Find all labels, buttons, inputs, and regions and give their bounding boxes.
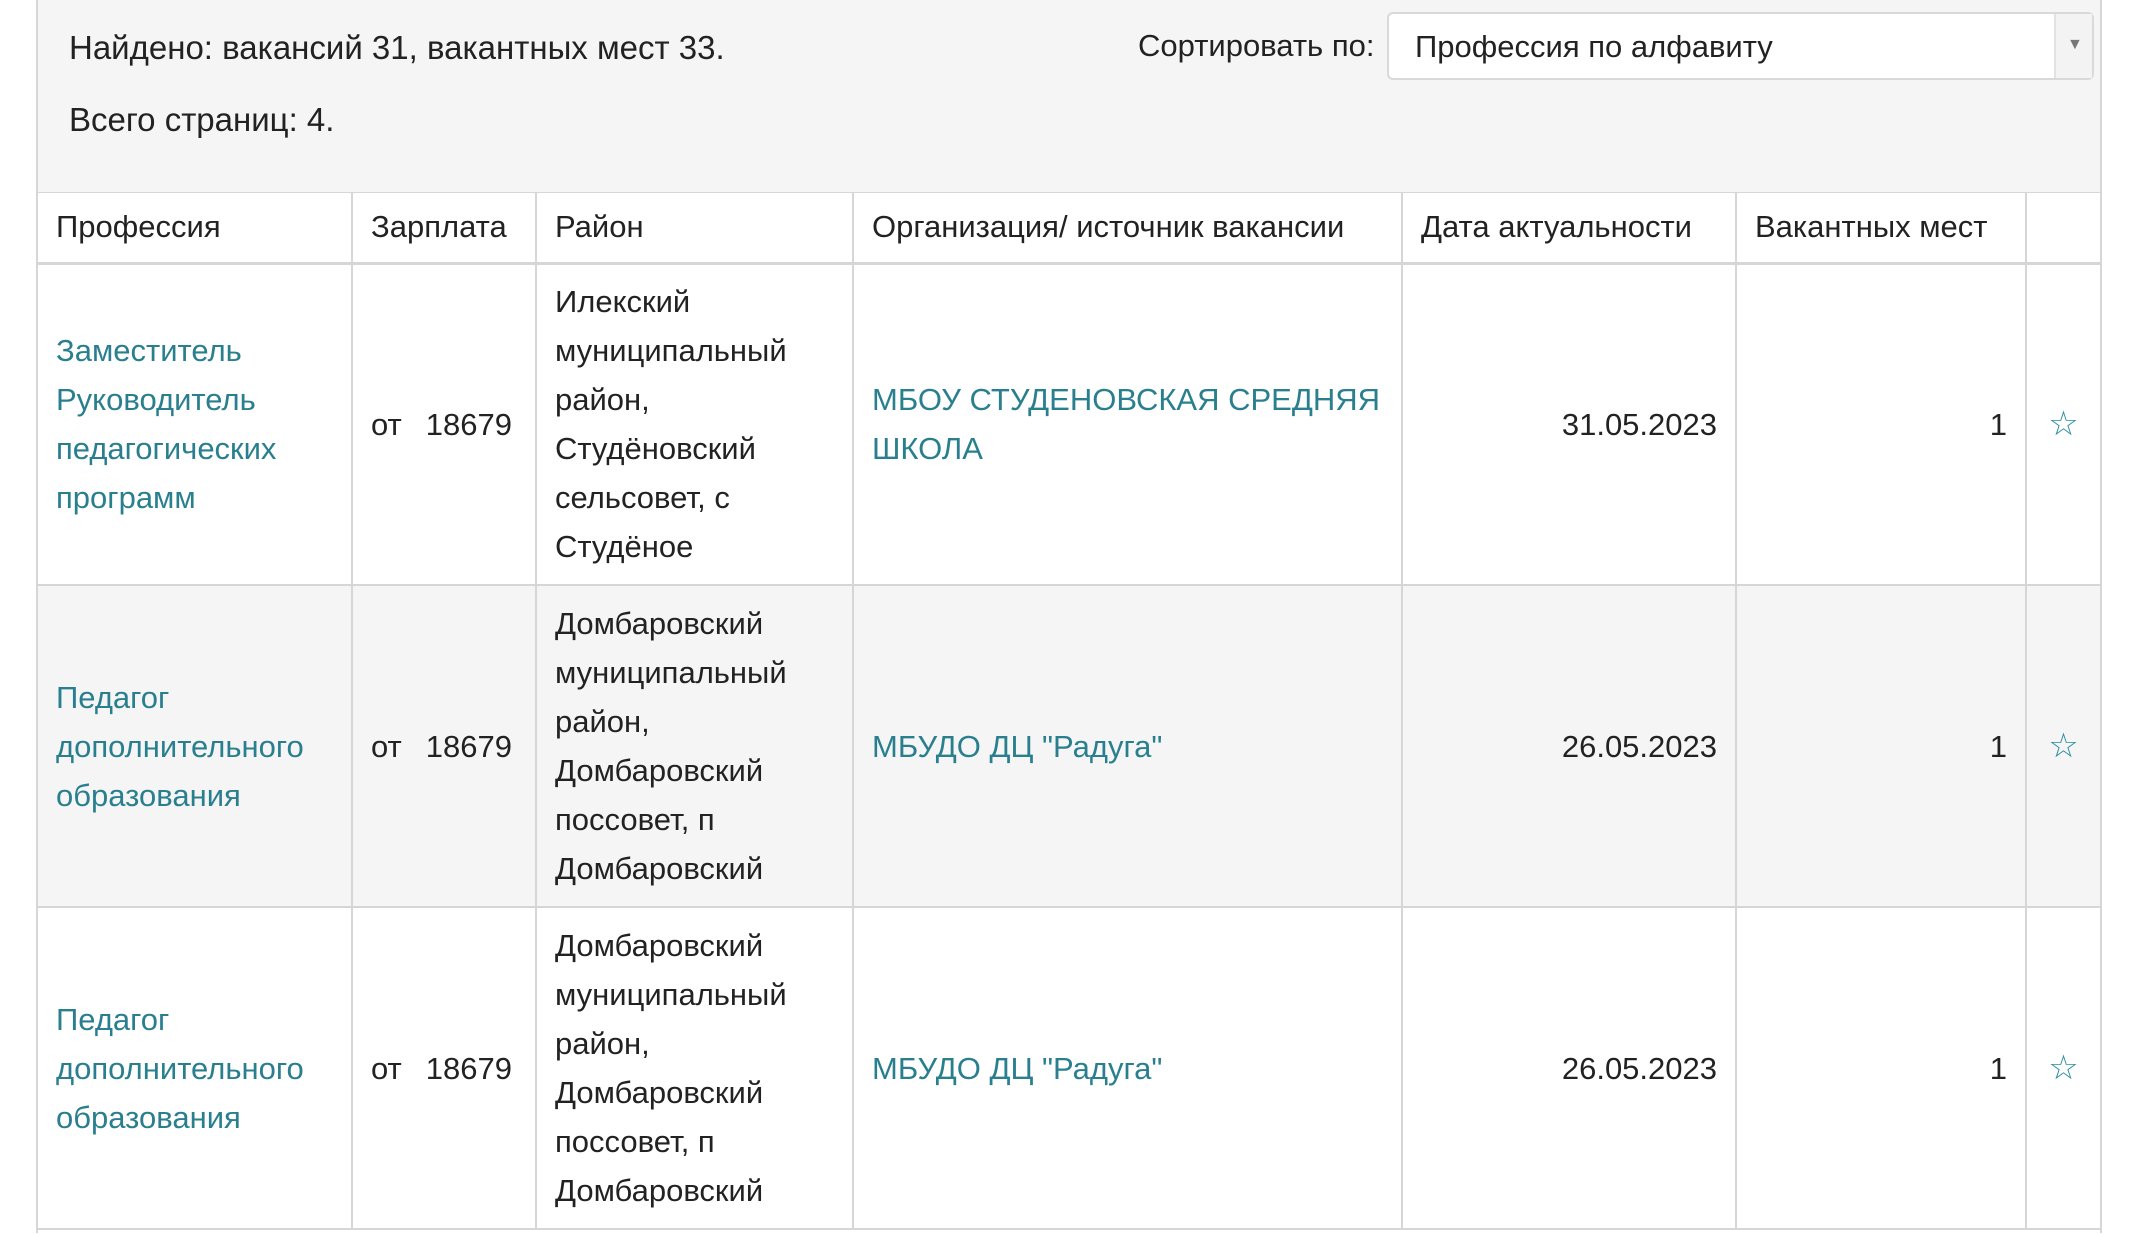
profession-link[interactable]: Педагог дополнительного образования (56, 680, 304, 813)
organization-cell: МБУДО ДЦ "Радуга" (853, 907, 1403, 1230)
column-header-vacancies[interactable]: Вакантных мест (1736, 193, 2027, 265)
column-header-district[interactable]: Район (536, 193, 854, 265)
favorite-cell: ☆ (2026, 907, 2100, 1230)
vacancies-count-cell: 1 (1736, 907, 2027, 1230)
district-cell: Домбаровский муниципальный район, Домбар… (536, 907, 854, 1230)
salary-cell: от 18679 (352, 585, 537, 908)
vacancies-count-cell: 1 (1736, 263, 2027, 586)
date-cell: 26.05.2023 (1402, 585, 1737, 908)
favorite-cell: ☆ (2026, 585, 2100, 908)
sort-dropdown-toggle[interactable]: ▼ (2054, 14, 2092, 78)
vacancy-results-panel: Найдено: вакансий 31, вакантных мест 33.… (36, 0, 2102, 1233)
salary-prefix: от (371, 1050, 402, 1086)
vacancies-table: Профессия Зарплата Район Организация/ ис… (38, 193, 2100, 1230)
date-cell: 31.05.2023 (1402, 263, 1737, 586)
district-cell: Домбаровский муниципальный район, Домбар… (536, 585, 854, 908)
column-header-favorite (2026, 193, 2100, 265)
table-row: Педагог дополнительного образования от 18… (38, 585, 2100, 908)
profession-link[interactable]: Заместитель Руководитель педагогических … (56, 333, 276, 515)
salary-value: 18679 (425, 1050, 512, 1086)
profession-cell: Заместитель Руководитель педагогических … (38, 263, 353, 586)
star-icon[interactable]: ☆ (2048, 404, 2078, 444)
profession-cell: Педагог дополнительного образования (38, 907, 353, 1230)
organization-cell: МБУДО ДЦ "Радуга" (853, 585, 1403, 908)
salary-cell: от 18679 (352, 263, 537, 586)
table-header-row: Профессия Зарплата Район Организация/ ис… (38, 193, 2100, 265)
vacancies-count-cell: 1 (1736, 585, 2027, 908)
chevron-down-icon: ▼ (2067, 36, 2083, 53)
favorite-cell: ☆ (2026, 263, 2100, 586)
star-icon[interactable]: ☆ (2048, 1048, 2078, 1088)
salary-cell: от 18679 (352, 907, 537, 1230)
salary-prefix: от (371, 728, 402, 764)
organization-link[interactable]: МБУДО ДЦ "Радуга" (872, 1051, 1162, 1086)
column-header-organization[interactable]: Организация/ источник вакансии (853, 193, 1403, 265)
column-header-profession[interactable]: Профессия (38, 193, 353, 265)
table-row: Педагог дополнительного образования от 18… (38, 907, 2100, 1230)
salary-value: 18679 (425, 406, 512, 442)
profession-link[interactable]: Педагог дополнительного образования (56, 1002, 304, 1135)
organization-cell: МБОУ СТУДЕНОВСКАЯ СРЕДНЯЯ ШКОЛА (853, 263, 1403, 586)
column-header-date[interactable]: Дата актуальности (1402, 193, 1737, 265)
found-count-text: Найдено: вакансий 31, вакантных мест 33. (69, 29, 725, 66)
sort-selected-value: Профессия по алфавиту (1415, 29, 1773, 64)
star-icon[interactable]: ☆ (2048, 726, 2078, 766)
sort-label: Сортировать по: (1138, 28, 1375, 63)
salary-prefix: от (371, 406, 402, 442)
organization-link[interactable]: МБУДО ДЦ "Радуга" (872, 729, 1162, 764)
profession-cell: Педагог дополнительного образования (38, 585, 353, 908)
salary-value: 18679 (425, 728, 512, 764)
date-cell: 26.05.2023 (1402, 907, 1737, 1230)
table-row: Заместитель Руководитель педагогических … (38, 263, 2100, 586)
sort-select[interactable]: Профессия по алфавиту ▼ (1387, 12, 2094, 80)
organization-link[interactable]: МБОУ СТУДЕНОВСКАЯ СРЕДНЯЯ ШКОЛА (872, 382, 1380, 466)
district-cell: Илекский муниципальный район, Студёновск… (536, 263, 854, 586)
column-header-salary[interactable]: Зарплата (352, 193, 537, 265)
total-pages-text: Всего страниц: 4. (69, 101, 335, 138)
results-summary: Найдено: вакансий 31, вакантных мест 33.… (38, 0, 2100, 193)
